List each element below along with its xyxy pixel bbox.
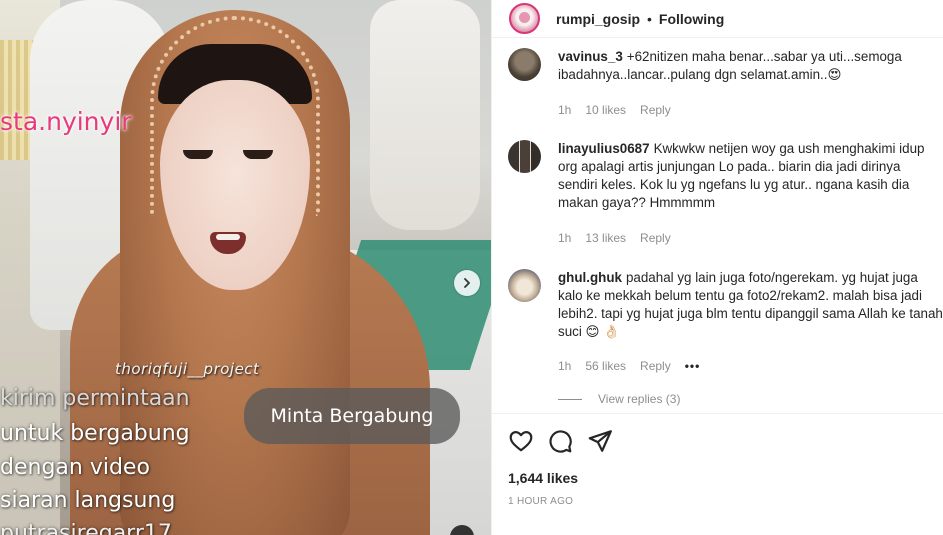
share-button[interactable] — [587, 428, 613, 454]
comment-username[interactable]: linayulius0687 — [558, 141, 650, 156]
comment-username[interactable]: ghul.ghuk — [558, 270, 622, 285]
next-media-button[interactable] — [454, 270, 480, 296]
watermark-text: thoriqfuji__project — [115, 360, 260, 378]
overlay-line: siaran langsung — [0, 488, 176, 513]
post-timestamp[interactable]: 1 HOUR AGO — [508, 496, 573, 507]
avatar[interactable] — [509, 3, 540, 34]
comment-meta: 1h 56 likes Reply ••• — [558, 359, 700, 373]
avatar[interactable] — [508, 269, 541, 302]
comment-body: vavinus_3 +62nitizen maha benar...sabar y… — [558, 48, 943, 84]
comment-body: linayulius0687 Kwkwkw netijen woy ga ush … — [558, 140, 943, 212]
overlay-handle-text: sta.nyinyir — [0, 107, 132, 136]
post-media[interactable]: sta.nyinyir thoriqfuji__project kirim pe… — [0, 0, 491, 535]
view-replies-line — [558, 398, 582, 400]
overlay-line: untuk bergabung — [0, 421, 190, 446]
heart-icon — [509, 431, 533, 452]
background-person-right — [370, 0, 480, 230]
comment-likes[interactable]: 56 likes — [585, 359, 626, 373]
join-request-button: Minta Bergabung — [244, 388, 460, 444]
comment-time[interactable]: 1h — [558, 103, 571, 117]
post-side-panel: rumpi_gosip • Following vavinus_3 +62niti… — [491, 0, 943, 535]
comment-body: ghul.ghuk padahal yg lain juga foto/ngere… — [558, 269, 943, 341]
overlay-line: kirim permintaan — [0, 386, 190, 411]
chevron-right-icon — [464, 278, 470, 288]
post-header: rumpi_gosip • Following — [492, 0, 943, 37]
header-separator: • — [647, 10, 652, 27]
comment-meta: 1h 13 likes Reply — [558, 231, 685, 245]
right-eye — [243, 150, 273, 159]
reply-button[interactable]: Reply — [640, 231, 671, 245]
avatar[interactable] — [508, 48, 541, 81]
likes-count[interactable]: 1,644 likes — [508, 470, 578, 486]
comment-likes[interactable]: 13 likes — [585, 231, 626, 245]
comment-icon — [549, 430, 572, 453]
post-author-username[interactable]: rumpi_gosip — [556, 11, 640, 27]
comments-list[interactable]: vavinus_3 +62nitizen maha benar...sabar y… — [492, 37, 943, 413]
comment-username[interactable]: vavinus_3 — [558, 49, 623, 64]
view-replies-label: View replies (3) — [598, 392, 681, 406]
comment-button[interactable] — [547, 428, 573, 454]
comment-time[interactable]: 1h — [558, 359, 571, 373]
view-replies-button[interactable]: View replies (3) — [558, 392, 680, 406]
avatar[interactable] — [508, 140, 541, 173]
like-button[interactable] — [508, 428, 534, 454]
following-button[interactable]: Following — [659, 11, 724, 27]
comment-likes[interactable]: 10 likes — [585, 103, 626, 117]
comment-time[interactable]: 1h — [558, 231, 571, 245]
post-actions: 1,644 likes 1 HOUR AGO — [492, 413, 943, 535]
left-eye — [183, 150, 213, 159]
reply-button[interactable]: Reply — [640, 359, 671, 373]
overlay-line: putrasiregarr17 — [0, 521, 172, 535]
overlay-line: dengan video — [0, 455, 150, 480]
comment-meta: 1h 10 likes Reply — [558, 103, 685, 117]
reply-button[interactable]: Reply — [640, 103, 671, 117]
more-options-icon[interactable]: ••• — [685, 359, 701, 373]
share-icon — [588, 430, 612, 452]
